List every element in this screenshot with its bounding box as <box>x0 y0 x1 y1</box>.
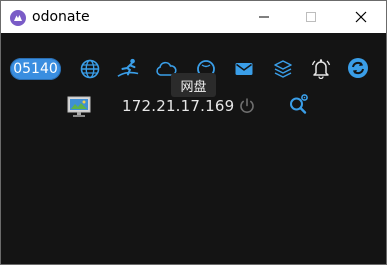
app-window: odonate 05140 172.21.17.169 网盘 <box>0 0 387 265</box>
device-id-badge[interactable]: 05140 <box>10 58 61 80</box>
maximize-button[interactable] <box>288 1 334 33</box>
window-title: odonate <box>32 9 90 25</box>
app-logo-icon <box>10 10 26 26</box>
layers-icon[interactable] <box>272 58 294 80</box>
device-ip-address: 172.21.17.169 <box>122 97 235 115</box>
maximize-icon <box>306 12 316 22</box>
minimize-button[interactable] <box>241 1 287 33</box>
runner-icon[interactable] <box>117 57 139 79</box>
main-panel: 05140 172.21.17.169 网盘 <box>1 33 386 264</box>
bell-icon[interactable] <box>310 57 332 79</box>
search-settings-icon[interactable] <box>288 93 310 115</box>
title-bar[interactable]: odonate <box>1 1 386 33</box>
power-icon[interactable] <box>236 95 258 117</box>
close-icon <box>355 11 367 23</box>
tooltip: 网盘 <box>171 73 216 97</box>
monitor-icon <box>66 95 92 119</box>
minimize-icon <box>259 16 269 18</box>
mail-icon[interactable] <box>233 58 255 80</box>
close-button[interactable] <box>338 1 384 33</box>
globe-icon[interactable] <box>79 58 101 80</box>
sync-icon[interactable] <box>347 57 369 79</box>
